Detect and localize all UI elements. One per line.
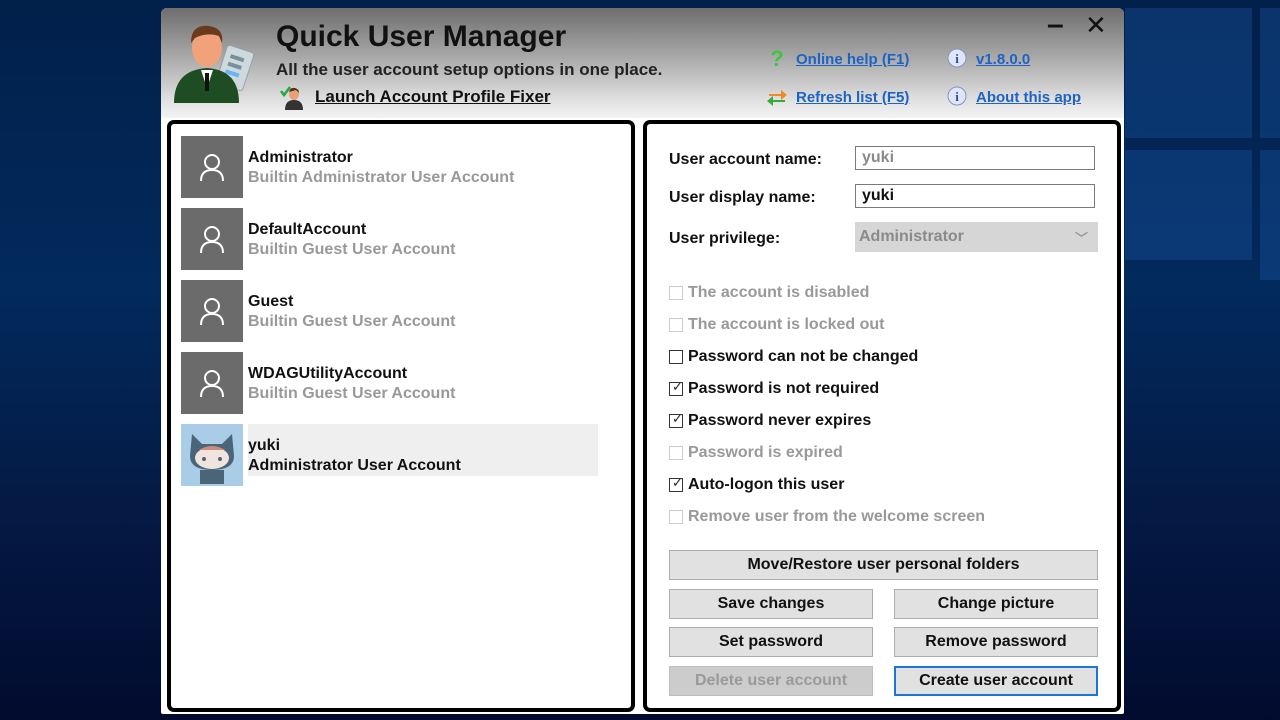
about-app-label[interactable]: About this app (976, 89, 1081, 106)
option-label: Auto-logon this user (688, 476, 845, 493)
svg-text:i: i (955, 89, 959, 104)
user-description: Builtin Guest User Account (248, 385, 456, 402)
option-auto-logon[interactable]: ✓ Auto-logon this user (669, 475, 845, 494)
version-label[interactable]: v1.8.0.0 (976, 51, 1030, 68)
display-name-label: User display name: (669, 189, 816, 206)
launch-profile-fixer-label[interactable]: Launch Account Profile Fixer (315, 87, 551, 107)
online-help-link[interactable]: ? Online help (F1) (766, 46, 909, 71)
user-manager-logo-icon (174, 25, 255, 103)
user-description: Administrator User Account (248, 457, 461, 474)
refresh-arrows-icon (767, 90, 787, 106)
default-user-icon (181, 208, 243, 270)
info-bubble-icon: i (947, 86, 967, 106)
info-bubble-icon: i (947, 48, 967, 68)
checkbox-checked[interactable]: ✓ (669, 411, 683, 428)
desktop-wallpaper-pane (1260, 8, 1280, 138)
user-name: DefaultAccount (248, 221, 367, 238)
checkbox[interactable] (669, 286, 683, 300)
change-picture-button[interactable]: Change picture (894, 589, 1098, 619)
checkbox-checked[interactable]: ✓ (669, 475, 683, 492)
app-header: Quick User Manager All the user account … (161, 8, 1124, 118)
checkmark-icon: ✓ (672, 475, 683, 490)
user-name: Guest (248, 293, 294, 310)
user-name: yuki (248, 437, 281, 454)
user-description: Builtin Guest User Account (248, 241, 456, 258)
app-subtitle: All the user account setup options in on… (276, 60, 663, 79)
option-label: The account is disabled (688, 284, 870, 301)
online-help-label[interactable]: Online help (F1) (796, 51, 909, 68)
desktop-wallpaper-pane (1125, 150, 1252, 260)
user-list-item[interactable]: Administrator Builtin Administrator User… (181, 136, 598, 198)
option-label: Password is expired (688, 444, 843, 461)
create-account-button[interactable]: Create user account (894, 666, 1098, 696)
display-name-input[interactable] (855, 184, 1095, 208)
user-list-panel: Administrator Builtin Administrator User… (167, 120, 635, 712)
option-account-disabled[interactable]: The account is disabled (669, 284, 869, 302)
checkmark-icon: ✓ (672, 379, 683, 394)
checkbox[interactable] (669, 446, 683, 460)
checkbox[interactable] (669, 350, 683, 364)
app-title: Quick User Manager (276, 20, 567, 53)
account-name-input[interactable] (855, 146, 1095, 170)
user-list-item[interactable]: DefaultAccount Builtin Guest User Accoun… (181, 208, 598, 270)
option-label: Password can not be changed (688, 348, 919, 365)
close-button[interactable]: ✕ (1085, 12, 1107, 38)
save-changes-button[interactable]: Save changes (669, 589, 873, 619)
option-remove-from-welcome[interactable]: Remove user from the welcome screen (669, 508, 985, 526)
desktop-wallpaper-pane (1125, 8, 1252, 138)
user-name: WDAGUtilityAccount (248, 365, 408, 382)
user-details-panel: User account name: User display name: Us… (643, 120, 1121, 712)
chevron-down-icon: ﹀ (1074, 231, 1088, 246)
option-password-cannot-change[interactable]: Password can not be changed (669, 348, 918, 366)
user-list-item[interactable]: Guest Builtin Guest User Account (181, 280, 598, 342)
default-user-icon (181, 352, 243, 414)
user-name: Administrator (248, 149, 353, 166)
option-password-not-required[interactable]: ✓ Password is not required (669, 379, 880, 398)
desktop-wallpaper-pane (1260, 150, 1280, 280)
option-label: Password is not required (688, 380, 880, 397)
app-window: Quick User Manager All the user account … (161, 8, 1124, 714)
move-restore-folders-button[interactable]: Move/Restore user personal folders (669, 550, 1098, 580)
privilege-value: Administrator (859, 228, 964, 245)
checkbox[interactable] (669, 318, 683, 332)
svg-text:i: i (955, 51, 959, 66)
option-account-locked[interactable]: The account is locked out (669, 316, 884, 334)
option-label: Password never expires (688, 412, 872, 429)
delete-account-button[interactable]: Delete user account (669, 666, 873, 696)
profile-fixer-icon (280, 86, 303, 110)
refresh-list-label[interactable]: Refresh list (F5) (796, 89, 909, 106)
user-list-item[interactable]: WDAGUtilityAccount Builtin Guest User Ac… (181, 352, 598, 414)
account-name-label: User account name: (669, 151, 822, 168)
minimize-button[interactable]: – (1047, 10, 1064, 40)
option-password-expired[interactable]: Password is expired (669, 444, 843, 462)
privilege-select[interactable]: Administrator ﹀ (855, 222, 1098, 252)
set-password-button[interactable]: Set password (669, 627, 873, 657)
checkbox-checked[interactable]: ✓ (669, 379, 683, 396)
user-description: Builtin Guest User Account (248, 313, 456, 330)
version-link[interactable]: i v1.8.0.0 (946, 48, 1030, 70)
octocat-icon (181, 424, 243, 486)
help-question-icon: ? (770, 46, 784, 71)
refresh-list-link[interactable]: Refresh list (F5) (766, 86, 909, 108)
checkmark-icon: ✓ (672, 411, 683, 426)
option-label: The account is locked out (688, 316, 885, 333)
default-user-icon (181, 136, 243, 198)
user-list-item-selected[interactable]: yuki Administrator User Account (181, 424, 598, 486)
option-label: Remove user from the welcome screen (688, 508, 986, 525)
default-user-icon (181, 280, 243, 342)
user-description: Builtin Administrator User Account (248, 169, 515, 186)
checkbox[interactable] (669, 510, 683, 524)
privilege-label: User privilege: (669, 230, 781, 247)
option-password-never-expires[interactable]: ✓ Password never expires (669, 411, 872, 430)
about-app-link[interactable]: i About this app (946, 86, 1081, 108)
remove-password-button[interactable]: Remove password (894, 627, 1098, 657)
launch-profile-fixer-link[interactable]: Launch Account Profile Fixer (279, 84, 551, 110)
